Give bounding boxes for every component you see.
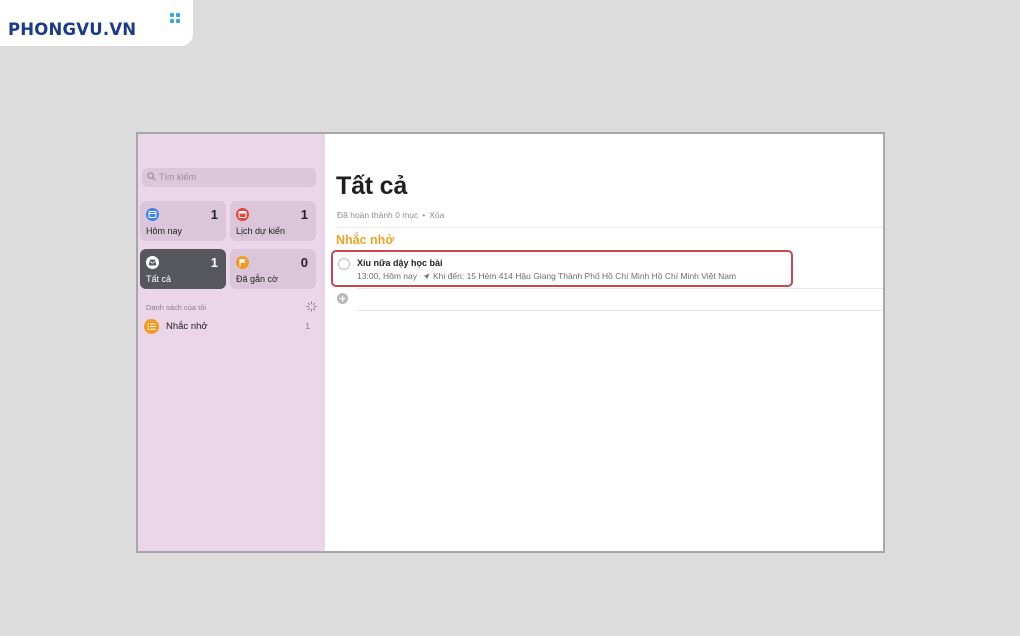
completed-count-text: Đã hoàn thành 0 mục [337, 210, 419, 220]
list-item-reminders[interactable]: Nhắc nhở 1 [144, 318, 310, 336]
calendar-today-icon [146, 208, 159, 221]
my-lists-heading: Danh sách của tôi [146, 303, 207, 312]
smart-list-all[interactable]: 1 Tất cả [140, 249, 226, 289]
smart-list-label: Hôm nay [146, 226, 183, 236]
tray-icon [146, 256, 159, 269]
completed-status: Đã hoàn thành 0 mục • Xóa [337, 210, 444, 220]
reminder-details: 13:00, Hôm nay Khi đến: 15 Hẻm 414 Hậu Gi… [357, 271, 736, 281]
clear-completed-link[interactable]: Xóa [429, 210, 444, 220]
reminders-window: Tìm kiếm 1 Hôm nay 1 Lịch dự kiến 1 Tất … [136, 132, 885, 553]
smart-list-count: 1 [210, 255, 218, 270]
smart-list-count: 1 [300, 207, 308, 222]
smart-list-today[interactable]: 1 Hôm nay [140, 201, 226, 241]
sidebar: Tìm kiếm 1 Hôm nay 1 Lịch dự kiến 1 Tất … [138, 134, 325, 551]
list-label: Nhắc nhở [166, 321, 208, 332]
smart-list-count: 0 [300, 255, 308, 270]
search-input[interactable]: Tìm kiếm [142, 168, 316, 187]
flag-icon [236, 256, 249, 269]
reminder-time: 13:00, Hôm nay [357, 271, 418, 281]
spinner-icon [306, 301, 317, 312]
separator-dot: • [422, 210, 426, 220]
main-panel: Tất cả Đã hoàn thành 0 mục • Xóa Nhắc nhở … [325, 134, 883, 551]
divider [357, 288, 883, 289]
brand-dots-icon [170, 13, 181, 24]
smart-list-label: Đã gắn cờ [236, 274, 278, 284]
page-title: Tất cả [336, 172, 408, 200]
search-placeholder: Tìm kiếm [159, 172, 196, 182]
smart-list-count: 1 [210, 207, 218, 222]
list-count: 1 [305, 321, 310, 331]
reminder-title[interactable]: Xíu nữa dậy học bài [357, 258, 443, 268]
reminder-checkbox[interactable] [338, 258, 350, 270]
brand-logo-text: PHONGVU.VN [8, 20, 137, 39]
calendar-scheduled-icon [236, 208, 249, 221]
reminder-item[interactable]: Xíu nữa dậy học bài 13:00, Hôm nay Khi đế… [331, 250, 793, 287]
smart-list-label: Lịch dự kiến [236, 226, 286, 236]
reminder-location: Khi đến: 15 Hẻm 414 Hậu Giang Thành Phố … [433, 271, 737, 281]
brand-logo: PHONGVU.VN [0, 0, 193, 46]
group-title: Nhắc nhở [336, 233, 395, 247]
smart-list-scheduled[interactable]: 1 Lịch dự kiến [230, 201, 316, 241]
divider [337, 227, 883, 228]
search-icon [147, 172, 156, 181]
location-arrow-icon [423, 273, 430, 280]
divider [357, 310, 883, 311]
smart-list-flagged[interactable]: 0 Đã gắn cờ [230, 249, 316, 289]
add-reminder-button[interactable] [337, 293, 348, 304]
plus-icon [339, 295, 346, 302]
list-bullet-icon [144, 319, 159, 334]
smart-list-label: Tất cả [146, 274, 172, 284]
